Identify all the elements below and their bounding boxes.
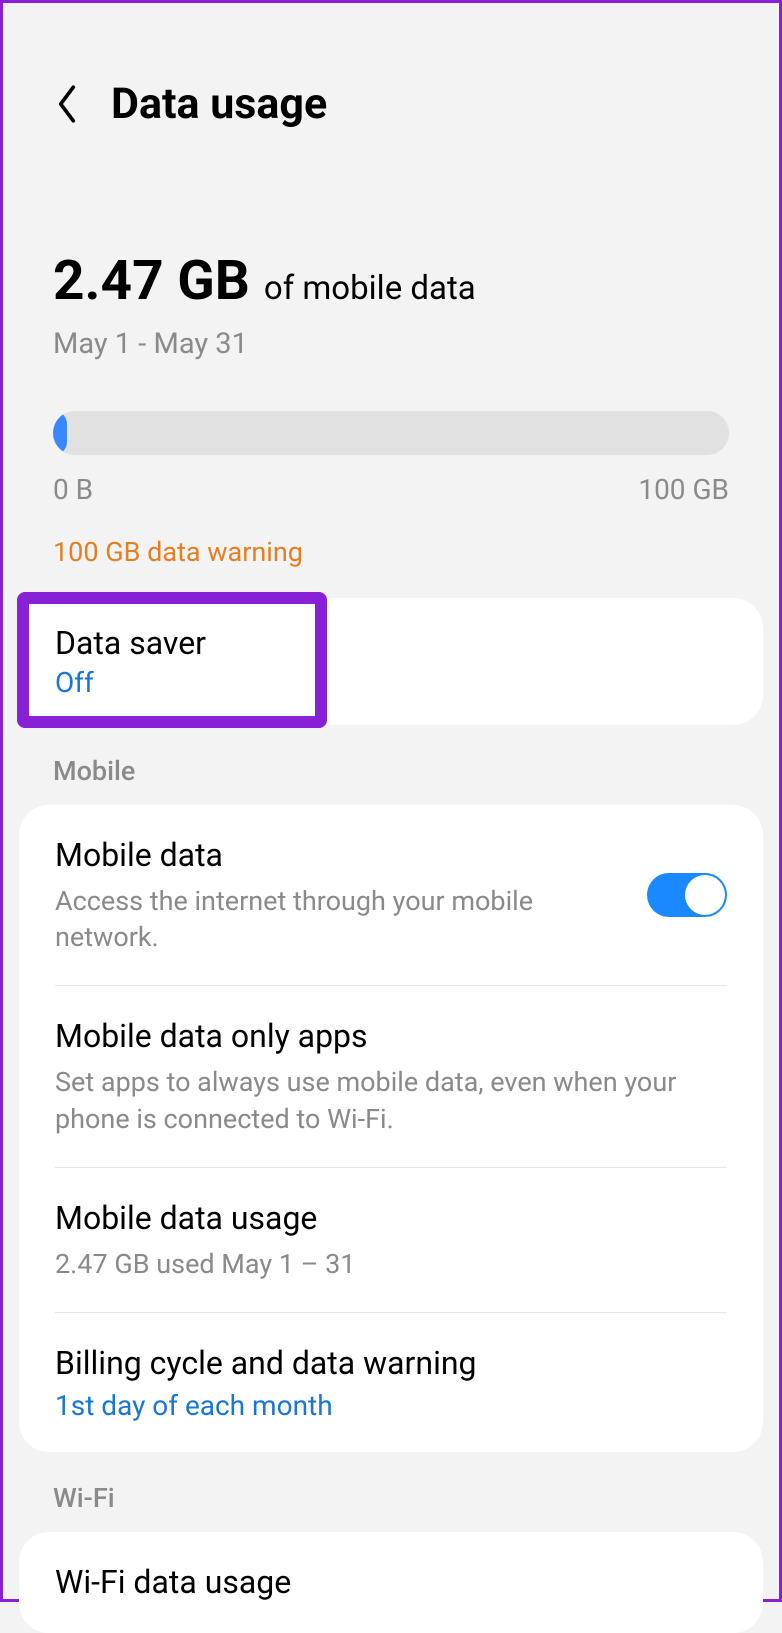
mobile-data-usage-title: Mobile data usage <box>55 1198 727 1240</box>
mobile-data-row[interactable]: Mobile data Access the internet through … <box>19 805 763 985</box>
page-title: Data usage <box>111 79 327 129</box>
progress-bar[interactable] <box>53 411 729 455</box>
mobile-data-only-apps-desc: Set apps to always use mobile data, even… <box>55 1064 727 1137</box>
mobile-data-desc: Access the internet through your mobile … <box>55 883 627 956</box>
data-saver-row[interactable]: Data saver Off <box>19 598 763 725</box>
wifi-data-usage-row[interactable]: Wi-Fi data usage <box>19 1532 763 1633</box>
progress-min-label: 0 B <box>53 473 93 506</box>
billing-cycle-title: Billing cycle and data warning <box>55 1343 727 1385</box>
app-header: Data usage <box>3 3 779 159</box>
usage-progress: 0 B 100 GB <box>3 381 779 516</box>
billing-cycle-status: 1st day of each month <box>55 1389 727 1422</box>
data-saver-status: Off <box>55 666 727 699</box>
progress-fill <box>53 411 67 455</box>
mobile-data-usage-desc: 2.47 GB used May 1 – 31 <box>55 1246 727 1282</box>
billing-cycle-row[interactable]: Billing cycle and data warning 1st day o… <box>19 1313 763 1452</box>
progress-max-label: 100 GB <box>638 473 729 506</box>
usage-amount: 2.47 GB <box>53 249 250 313</box>
mobile-data-usage-row[interactable]: Mobile data usage 2.47 GB used May 1 – 3… <box>19 1168 763 1312</box>
section-header-mobile: Mobile <box>3 725 779 805</box>
usage-summary: 2.47 GB of mobile data May 1 - May 31 <box>3 159 779 381</box>
data-saver-title: Data saver <box>55 624 727 662</box>
mobile-data-only-apps-row[interactable]: Mobile data only apps Set apps to always… <box>19 986 763 1166</box>
usage-period: May 1 - May 31 <box>53 327 729 361</box>
mobile-card: Mobile data Access the internet through … <box>19 805 763 1452</box>
data-saver-card: Data saver Off <box>19 598 763 725</box>
section-header-wifi: Wi-Fi <box>3 1452 779 1532</box>
toggle-knob <box>685 875 725 915</box>
mobile-data-toggle[interactable] <box>647 873 727 917</box>
mobile-data-only-apps-title: Mobile data only apps <box>55 1016 727 1058</box>
wifi-card: Wi-Fi data usage <box>19 1532 763 1633</box>
mobile-data-title: Mobile data <box>55 835 627 877</box>
usage-label: of mobile data <box>264 269 476 308</box>
back-icon[interactable] <box>53 83 81 125</box>
wifi-data-usage-title: Wi-Fi data usage <box>55 1562 727 1604</box>
data-warning-text: 100 GB data warning <box>3 516 779 598</box>
